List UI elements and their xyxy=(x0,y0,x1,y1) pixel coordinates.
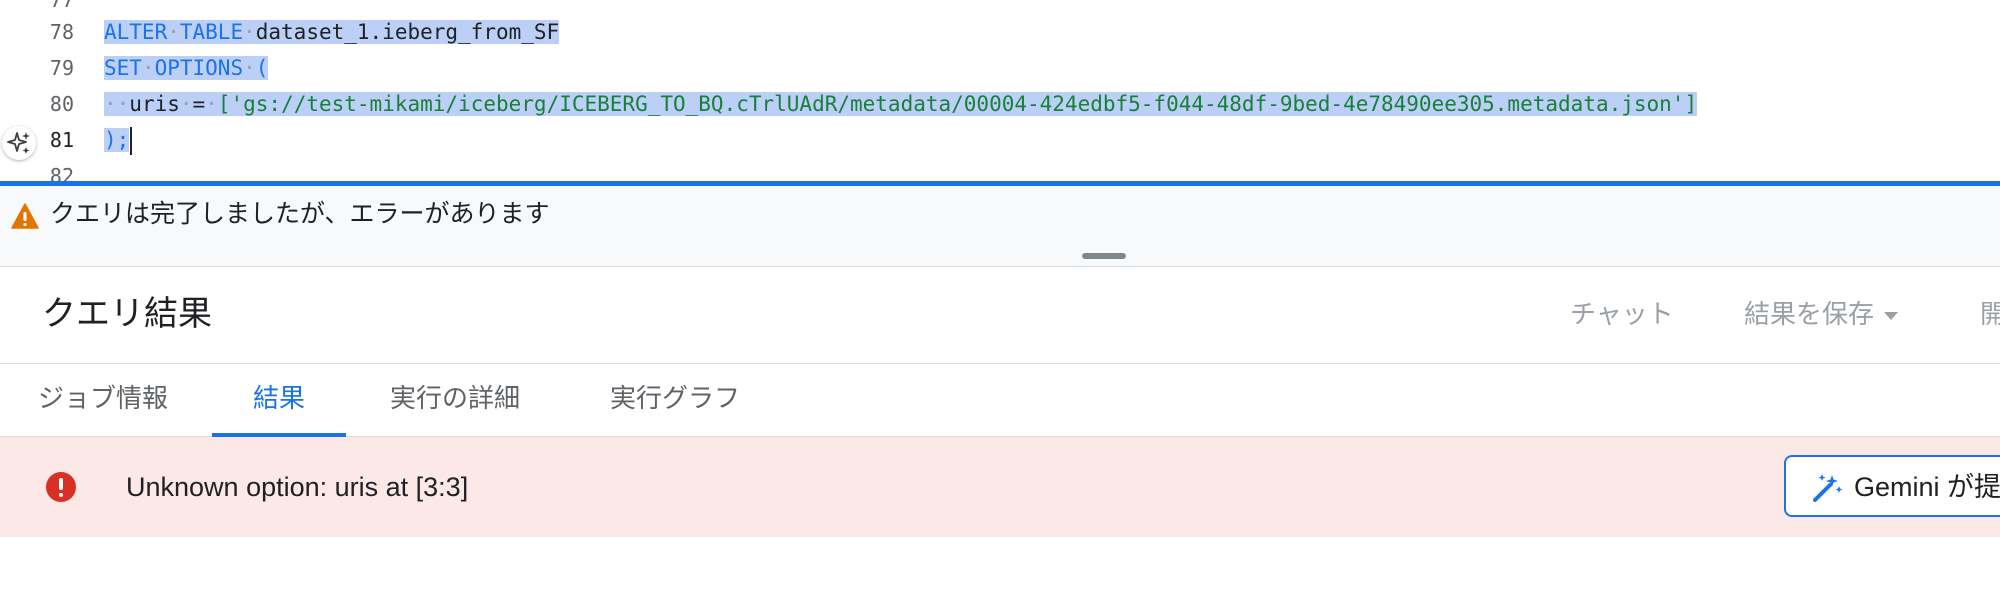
code-line[interactable]: ); xyxy=(104,122,133,158)
save-results-label: 結果を保存 xyxy=(1744,300,1875,330)
open-button[interactable]: 開 xyxy=(1980,295,2000,335)
code-keyword: ALTER xyxy=(104,20,168,44)
code-keyword: TABLE xyxy=(179,20,244,44)
chevron-down-icon xyxy=(1884,311,1899,320)
code-whitespace: · xyxy=(205,92,218,116)
results-tabs: ジョブ情報 結果 実行の詳細 実行グラフ xyxy=(0,364,2000,437)
results-body xyxy=(0,537,2000,592)
query-status-bar: クエリは完了しましたが、エラーがあります xyxy=(0,186,2000,267)
selected-text: ); xyxy=(104,128,130,152)
error-circle-icon xyxy=(46,472,76,502)
panel-resize-handle[interactable] xyxy=(1082,253,1126,259)
code-whitespace: · xyxy=(179,92,193,116)
magic-wand-icon xyxy=(1813,474,1843,502)
line-number: 80 xyxy=(49,92,74,116)
code-token: dataset_1.ieberg_from_SF xyxy=(255,20,560,44)
query-status-message: クエリは完了しましたが、エラーがあります xyxy=(50,199,550,228)
gemini-suggest-button[interactable]: Gemini が提 xyxy=(1784,455,2000,517)
sql-editor[interactable]: 77 78 79 80 81 82 ALTER·TABLE·dataset_1.… xyxy=(0,0,2000,181)
code-whitespace: · xyxy=(141,56,155,80)
code-line[interactable]: SET·OPTIONS·( xyxy=(104,50,269,86)
sparkle-icon xyxy=(7,132,30,154)
code-token: = xyxy=(192,92,206,116)
code-keyword: OPTIONS xyxy=(154,56,244,80)
selected-text: SET·OPTIONS·( xyxy=(104,56,269,80)
selected-text: ··uris·=·['gs://test-mikami/iceberg/ICEB… xyxy=(104,92,1698,116)
code-whitespace: ·· xyxy=(104,92,130,116)
tab-results[interactable]: 結果 xyxy=(212,364,346,437)
results-title: クエリ結果 xyxy=(42,294,212,334)
code-whitespace: · xyxy=(167,20,180,44)
code-string: ['gs://test-mikami/iceberg/ICEBERG_TO_BQ… xyxy=(217,92,1698,116)
line-number: 78 xyxy=(49,20,74,44)
results-header: クエリ結果 チャット 結果を保存 開 xyxy=(0,267,2000,364)
chat-button[interactable]: チャット xyxy=(1570,295,1674,335)
code-keyword: SET xyxy=(104,56,142,80)
tab-job-info[interactable]: ジョブ情報 xyxy=(20,364,186,436)
code-keyword: ); xyxy=(104,128,130,152)
line-number: 82 xyxy=(49,164,74,181)
code-whitespace: · xyxy=(243,56,256,80)
text-cursor xyxy=(130,127,133,155)
gemini-assist-button[interactable] xyxy=(2,126,36,160)
error-message: Unknown option: uris at [3:3] xyxy=(126,472,469,502)
code-line[interactable]: ALTER·TABLE·dataset_1.ieberg_from_SF xyxy=(104,14,560,50)
code-line[interactable]: ··uris·=·['gs://test-mikami/iceberg/ICEB… xyxy=(104,86,1698,122)
error-banner: Unknown option: uris at [3:3] Gemini が提 xyxy=(0,437,2000,537)
save-results-button[interactable]: 結果を保存 xyxy=(1744,295,1899,335)
selected-text: ALTER·TABLE·dataset_1.ieberg_from_SF xyxy=(104,20,560,44)
line-number: 79 xyxy=(49,56,74,80)
code-whitespace: · xyxy=(243,20,256,44)
code-token: uris xyxy=(129,92,180,116)
tab-execution-details[interactable]: 実行の詳細 xyxy=(372,364,538,436)
code-keyword: ( xyxy=(255,56,269,80)
warning-triangle-icon xyxy=(11,203,39,229)
gemini-suggest-label: Gemini が提 xyxy=(1854,472,2000,502)
tab-execution-graph[interactable]: 実行グラフ xyxy=(592,364,758,436)
